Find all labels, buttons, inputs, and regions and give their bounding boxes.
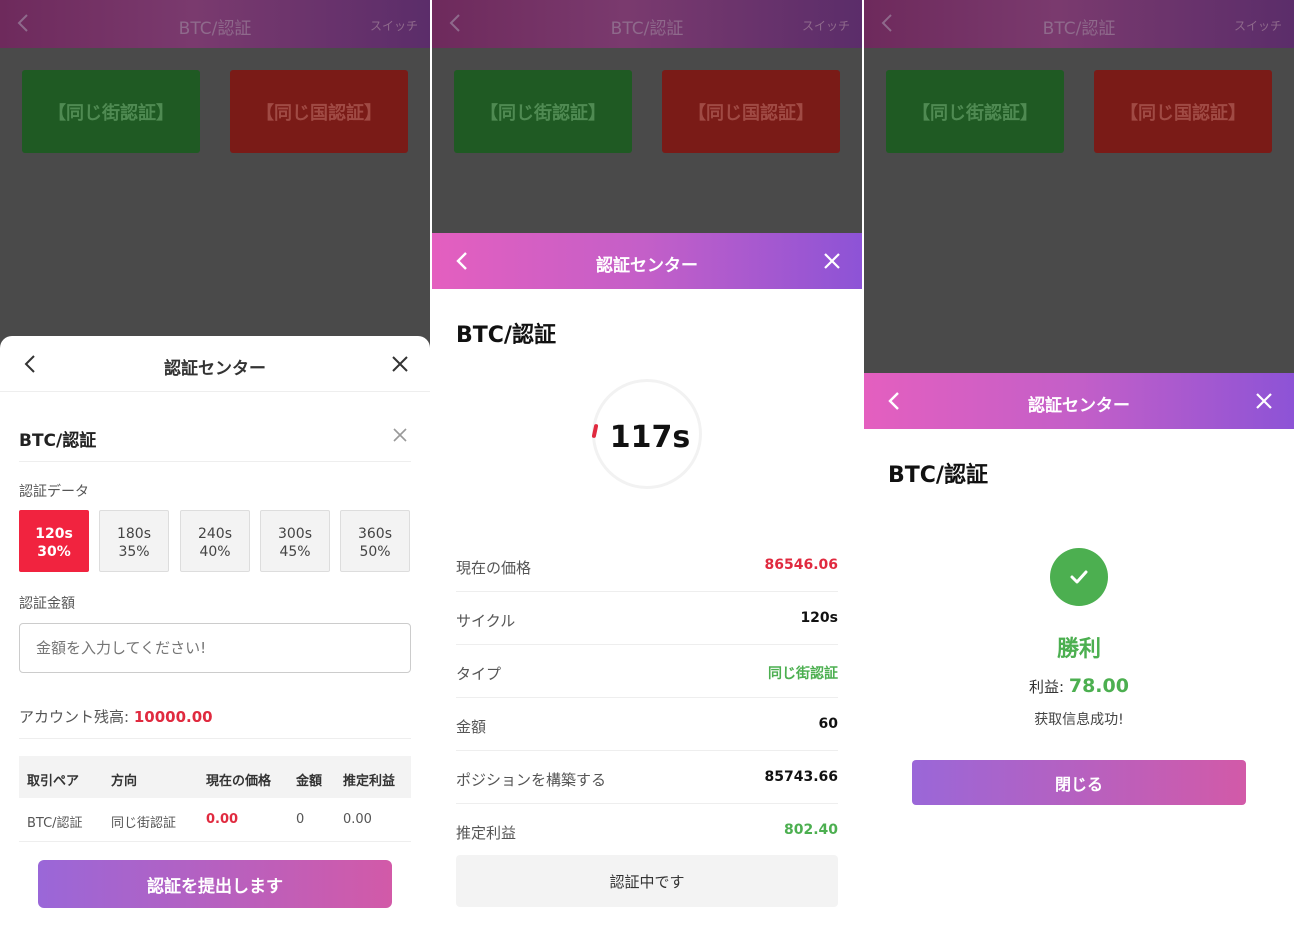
option-time: 300s	[277, 526, 312, 542]
option-rate: 35%	[118, 544, 150, 560]
info-row-type: タイプ 同じ街認証	[456, 645, 838, 698]
same-street-button[interactable]: 【同じ街認証】	[22, 70, 200, 153]
sheet-title: 認証センター	[1028, 396, 1130, 416]
info-value: 120s	[800, 610, 838, 626]
app-bar: BTC/認証 スイッチ	[0, 0, 430, 48]
option-time: 180s	[116, 526, 151, 542]
col-header: 金額	[296, 774, 323, 789]
status-button[interactable]: 認証中です	[456, 855, 838, 907]
submit-button[interactable]: 認証を提出します	[38, 860, 392, 908]
close-button[interactable]: 閉じる	[912, 760, 1246, 805]
col-header: 方向	[111, 774, 138, 789]
sheet-header: 認証センター	[432, 233, 862, 289]
option-rate: 30%	[37, 544, 71, 560]
amount-input[interactable]	[19, 623, 411, 673]
balance-label: アカウント残高:	[19, 708, 134, 726]
option-360s[interactable]: 360s 50%	[340, 510, 410, 572]
screen-countdown: BTC/認証 スイッチ 【同じ街認証】 【同じ国認証】 認証センター BTC/認…	[432, 0, 862, 932]
option-180s[interactable]: 180s 35%	[99, 510, 169, 572]
info-key: サイクル	[456, 612, 516, 630]
info-key: 金額	[456, 718, 487, 736]
option-240s[interactable]: 240s 40%	[180, 510, 250, 572]
switch-link[interactable]: スイッチ	[802, 17, 850, 34]
table-cell: 0	[296, 812, 305, 827]
data-label: 認証データ	[19, 484, 89, 500]
option-rate: 40%	[199, 544, 231, 560]
option-120s[interactable]: 120s 30%	[19, 510, 89, 572]
same-country-button[interactable]: 【同じ国認証】	[662, 70, 840, 153]
info-value: 86546.06	[764, 557, 838, 573]
profit-line: 利益: 78.00	[864, 675, 1294, 697]
info-value: 802.40	[783, 822, 838, 838]
app-bar: BTC/認証 スイッチ	[432, 0, 862, 48]
account-balance: アカウント残高: 10000.00	[19, 706, 213, 727]
switch-link[interactable]: スイッチ	[370, 17, 418, 34]
info-row-position: ポジションを構築する 85743.66	[456, 751, 838, 804]
same-street-button[interactable]: 【同じ街認証】	[454, 70, 632, 153]
close-icon[interactable]	[391, 426, 409, 444]
table-cell: BTC/認証	[27, 816, 83, 831]
table-cell: 0.00	[206, 812, 239, 827]
auth-center-sheet: 認証センター BTC/認証 117s 現在の価格 86546.06 サイクル 1…	[432, 233, 862, 932]
info-value: 60	[818, 716, 838, 732]
close-icon[interactable]	[1253, 390, 1275, 412]
pair-name: BTC/認証	[19, 431, 97, 451]
app-bar: BTC/認証 スイッチ	[864, 0, 1294, 48]
option-rate: 45%	[279, 544, 311, 560]
close-icon[interactable]	[821, 250, 843, 272]
option-time: 360s	[357, 526, 392, 542]
option-time: 240s	[197, 526, 232, 542]
col-header: 取引ペア	[27, 774, 80, 789]
page-title: BTC/認証	[1042, 19, 1116, 39]
table-cell: 同じ街認証	[111, 816, 177, 831]
info-row-cycle: サイクル 120s	[456, 592, 838, 645]
table-cell: 0.00	[343, 812, 372, 827]
info-row-profit: 推定利益 802.40	[456, 804, 838, 857]
success-message: 获取信息成功!	[1034, 712, 1124, 728]
table-header: 取引ペア 方向 現在の価格 金額 推定利益	[19, 756, 411, 798]
info-key: タイプ	[456, 665, 502, 683]
profit-value: 78.00	[1068, 675, 1129, 697]
table-row: BTC/認証 同じ街認証 0.00 0 0.00	[19, 798, 411, 842]
screen-result: BTC/認証 スイッチ 【同じ街認証】 【同じ国認証】 認証センター BTC/認…	[864, 0, 1294, 932]
pair-row: BTC/認証	[19, 426, 411, 462]
option-time: 120s	[35, 526, 73, 542]
same-country-button[interactable]: 【同じ国認証】	[1094, 70, 1272, 153]
sheet-title: 認証センター	[164, 359, 266, 379]
balance-value: 10000.00	[133, 708, 213, 726]
page-title: BTC/認証	[178, 19, 252, 39]
auth-center-sheet: 認証センター BTC/認証 認証データ 120s 30% 180s 35% 24…	[0, 336, 430, 932]
info-key: 現在の価格	[456, 559, 532, 577]
same-street-button[interactable]: 【同じ街認証】	[886, 70, 1064, 153]
screen-submit: BTC/認証 スイッチ 【同じ街認証】 【同じ国認証】 認証センター BTC/認…	[0, 0, 430, 932]
info-row-amount: 金額 60	[456, 698, 838, 751]
divider	[19, 738, 411, 739]
info-key: 推定利益	[456, 824, 517, 842]
option-rate: 50%	[359, 544, 391, 560]
pair-name: BTC/認証	[456, 323, 556, 348]
close-icon[interactable]	[389, 353, 411, 375]
col-header: 推定利益	[343, 774, 396, 789]
countdown-timer: 117s	[591, 379, 702, 489]
info-value: 85743.66	[764, 769, 838, 785]
pair-name: BTC/認証	[888, 463, 988, 488]
amount-label: 認証金額	[19, 596, 75, 612]
same-country-button[interactable]: 【同じ国認証】	[230, 70, 408, 153]
switch-link[interactable]: スイッチ	[1234, 17, 1282, 34]
auth-center-sheet: 認証センター BTC/認証 勝利 利益: 78.00 获取信息成功! 閉じる	[864, 373, 1294, 932]
info-row-price: 現在の価格 86546.06	[456, 539, 838, 592]
info-key: ポジションを構築する	[456, 771, 607, 789]
countdown-value: 117s	[609, 420, 691, 455]
info-value: 同じ街認証	[768, 666, 838, 682]
profit-label: 利益:	[1029, 678, 1069, 696]
sheet-title: 認証センター	[596, 256, 698, 276]
result-text: 勝利	[1056, 637, 1101, 662]
sheet-header: 認証センター	[0, 336, 430, 392]
option-300s[interactable]: 300s 45%	[260, 510, 330, 572]
sheet-header: 認証センター	[864, 373, 1294, 429]
col-header: 現在の価格	[206, 774, 272, 789]
page-title: BTC/認証	[610, 19, 684, 39]
success-check-icon	[1050, 548, 1108, 606]
